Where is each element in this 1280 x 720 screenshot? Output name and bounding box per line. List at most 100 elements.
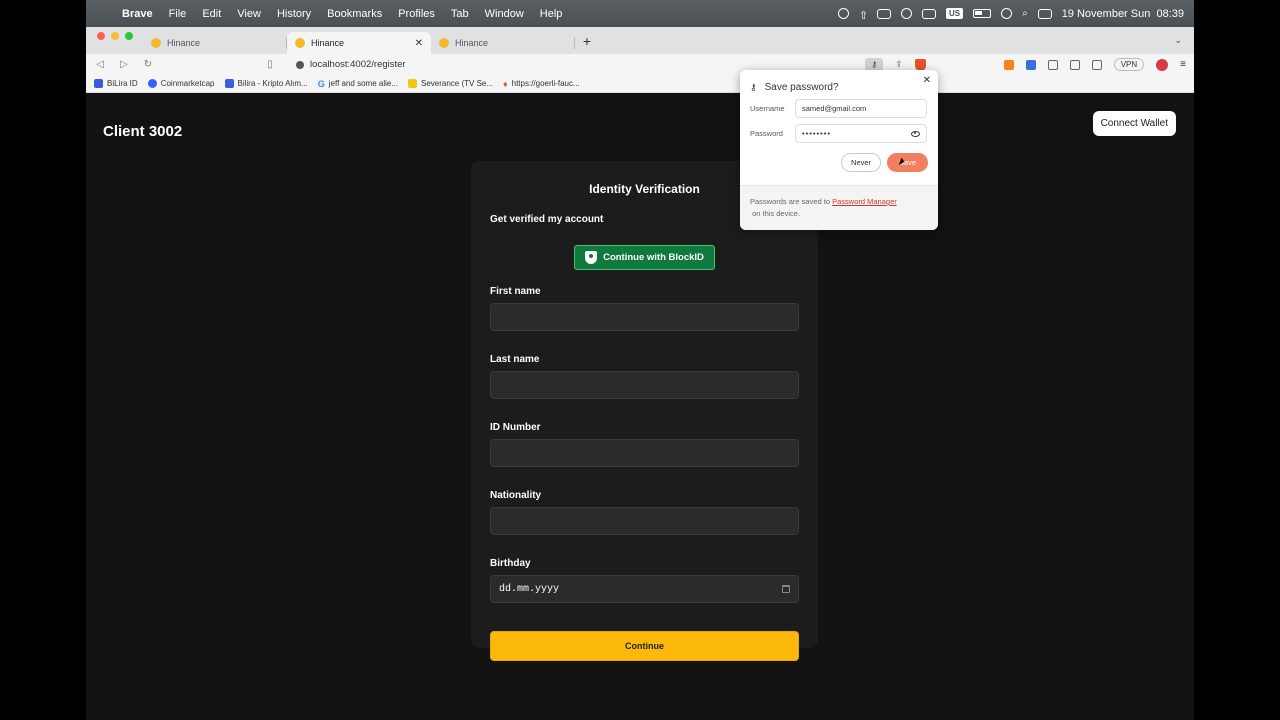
id-number-group: ID Number: [471, 422, 818, 467]
popup-actions: Never Save: [740, 143, 938, 172]
menu-clock[interactable]: 19 November Sun 08:39: [1062, 8, 1184, 20]
bookmark-item[interactable]: Coinmarketcap: [147, 79, 215, 88]
id-number-input[interactable]: [490, 439, 799, 467]
birthday-label: Birthday: [490, 558, 531, 569]
menu-history[interactable]: History: [269, 8, 319, 20]
battery-icon[interactable]: [973, 9, 992, 18]
bookmark-label: BiLira ID: [107, 79, 138, 88]
wallet-icon[interactable]: [1091, 59, 1102, 70]
tab-title: Hinance: [167, 38, 201, 48]
address-bar[interactable]: localhost:4002/register: [296, 59, 853, 70]
close-tab-icon[interactable]: ✕: [415, 38, 423, 49]
nationality-group: Nationality: [471, 490, 818, 535]
password-masked-value: ••••••••: [802, 129, 832, 138]
menu-hamburger-icon[interactable]: ≡: [1180, 59, 1186, 70]
menu-help[interactable]: Help: [532, 8, 571, 20]
tab-1[interactable]: Hinance: [143, 32, 287, 54]
bookmark-item[interactable]: BiLira ID: [94, 79, 138, 88]
tab-title: Hinance: [311, 38, 345, 48]
bookmark-item[interactable]: ♦ https://goerli-fauc...: [503, 79, 580, 89]
metamask-extension-icon[interactable]: [1003, 59, 1014, 70]
brand-title: Client 3002: [103, 123, 183, 140]
calendar-icon[interactable]: [782, 585, 790, 593]
save-button[interactable]: Save: [887, 153, 928, 172]
menu-extras: ⇧ US ⌕ 19 November Sun 08:39: [837, 8, 1194, 22]
last-name-input[interactable]: [490, 371, 799, 399]
tab-bar: Hinance Hinance ✕ Hinance + ⌄: [86, 27, 1194, 54]
page-content: Client 3002 Connect Wallet Identity Veri…: [86, 93, 1194, 720]
vpn-button[interactable]: VPN: [1113, 58, 1145, 71]
bookmark-label: jeff and some alie...: [328, 79, 398, 88]
bookmark-item[interactable]: Severance (TV Se...: [408, 79, 493, 88]
birthday-date-input[interactable]: dd.mm.yyyy: [490, 575, 799, 603]
menu-file[interactable]: File: [161, 8, 195, 20]
popup-title: Save password?: [764, 82, 839, 93]
tab-favicon-icon: [151, 38, 161, 48]
upload-icon[interactable]: ⇧: [859, 9, 868, 22]
continue-with-blockid-button[interactable]: Continue with BlockID: [574, 245, 715, 270]
bookmark-page-icon[interactable]: ▯: [264, 59, 276, 70]
menu-profiles[interactable]: Profiles: [390, 8, 443, 20]
close-window-button[interactable]: [97, 31, 105, 40]
minimize-window-button[interactable]: [111, 31, 119, 40]
bookmark-item[interactable]: G jeff and some alie...: [318, 79, 398, 89]
nationality-input[interactable]: [490, 507, 799, 535]
first-name-input[interactable]: [490, 303, 799, 331]
sidebar-icon[interactable]: [1069, 59, 1080, 70]
bookmark-item[interactable]: Bilira - Kripto Alım...: [224, 79, 308, 88]
tab-3[interactable]: Hinance: [431, 32, 575, 54]
bookmark-favicon-icon: [147, 79, 157, 88]
play-icon[interactable]: [900, 8, 912, 19]
car-icon[interactable]: [921, 8, 936, 19]
extensions-puzzle-icon[interactable]: [1047, 59, 1058, 70]
birthday-group: Birthday dd.mm.yyyy: [471, 558, 818, 603]
extension-icon[interactable]: [1025, 59, 1036, 70]
menu-view[interactable]: View: [229, 8, 269, 20]
password-manager-link[interactable]: Password Manager: [832, 197, 897, 206]
username-field[interactable]: samed@gmail.com: [795, 99, 927, 118]
tab-2-active[interactable]: Hinance ✕: [287, 32, 431, 54]
input-source-badge[interactable]: US: [945, 8, 964, 19]
menu-bookmarks[interactable]: Bookmarks: [319, 8, 390, 20]
rewards-icon[interactable]: [1156, 58, 1169, 71]
username-row: Username samed@gmail.com: [740, 99, 938, 118]
first-name-label: First name: [490, 286, 541, 297]
bookmark-label: Coinmarketcap: [160, 79, 215, 88]
popup-header: ⚷ Save password?: [740, 70, 938, 93]
menu-tab[interactable]: Tab: [443, 8, 477, 20]
drop-icon: ♦: [503, 78, 508, 89]
brave-shield-icon[interactable]: [914, 58, 926, 71]
menu-window[interactable]: Window: [477, 8, 532, 20]
forward-icon[interactable]: ▷: [118, 59, 130, 70]
connect-wallet-button[interactable]: Connect Wallet: [1092, 111, 1176, 136]
continue-button[interactable]: Continue: [490, 631, 799, 661]
wifi-icon[interactable]: [1001, 8, 1013, 19]
bookmark-label: https://goerli-fauc...: [511, 79, 580, 88]
id-number-label: ID Number: [490, 422, 541, 433]
tab-list-chevron-icon[interactable]: ⌄: [1174, 35, 1182, 46]
record-icon[interactable]: [837, 8, 849, 19]
reload-icon[interactable]: ↻: [142, 59, 154, 70]
menu-edit[interactable]: Edit: [194, 8, 229, 20]
first-name-group: First name: [471, 286, 818, 331]
eye-icon[interactable]: [911, 130, 920, 137]
tab-title: Hinance: [455, 38, 489, 48]
control-center-icon[interactable]: [1037, 8, 1052, 19]
keyboard-icon[interactable]: [876, 8, 891, 19]
close-popup-icon[interactable]: ✕: [923, 75, 931, 86]
back-icon[interactable]: ◁: [94, 59, 106, 70]
new-tab-button[interactable]: +: [575, 33, 599, 49]
share-icon[interactable]: ⇪: [895, 59, 903, 70]
password-field[interactable]: ••••••••: [795, 124, 927, 143]
menu-app-name[interactable]: Brave: [114, 8, 161, 20]
search-icon[interactable]: ⌕: [1022, 8, 1028, 19]
bookmark-label: Bilira - Kripto Alım...: [237, 79, 308, 88]
bookmark-label: Severance (TV Se...: [421, 79, 494, 88]
maximize-window-button[interactable]: [125, 31, 133, 40]
last-name-group: Last name: [471, 354, 818, 399]
never-button[interactable]: Never: [841, 153, 881, 172]
url-text[interactable]: localhost:4002/register: [310, 59, 406, 70]
tab-favicon-icon: [295, 38, 305, 48]
tab-favicon-icon: [439, 38, 449, 48]
site-info-icon[interactable]: [296, 60, 304, 69]
